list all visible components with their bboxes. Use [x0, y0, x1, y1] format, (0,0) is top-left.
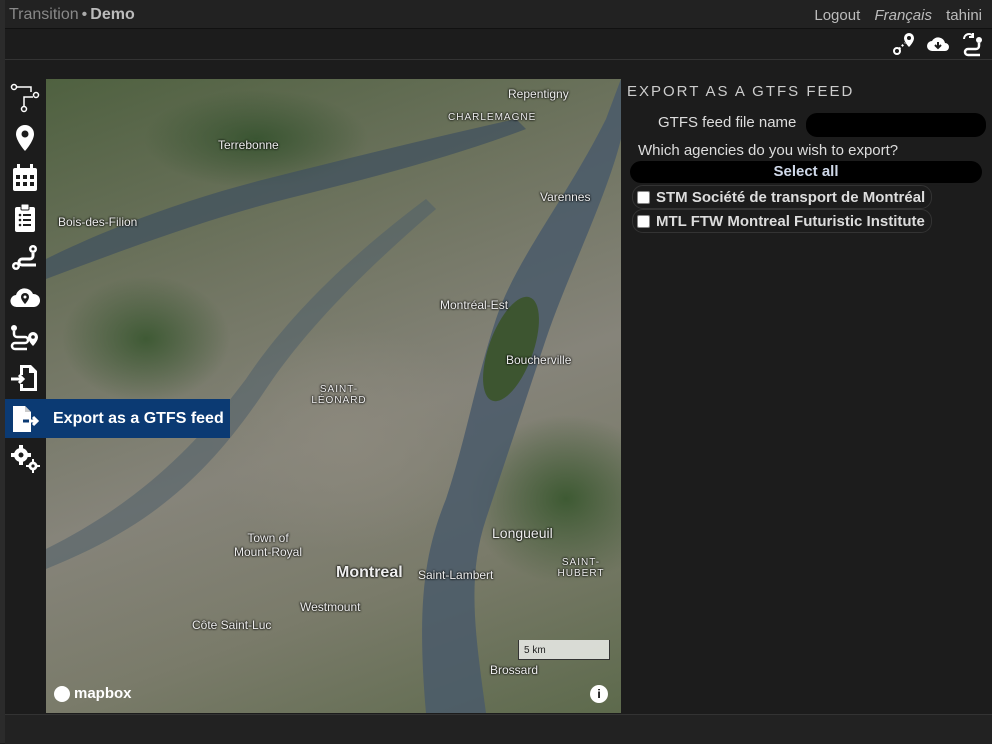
agency-checkbox[interactable] [637, 190, 650, 204]
map-label: Repentigny [508, 87, 569, 101]
map-label: Brossard [490, 663, 539, 677]
map-label: SAINT-HUBERT [557, 557, 605, 579]
clipboard-list-icon[interactable] [9, 202, 41, 234]
gtfs-file-name-input[interactable] [806, 113, 986, 137]
map-label: CHARLEMAGNE [448, 112, 537, 123]
panel-title: EXPORT AS A GTFS FEED [627, 83, 855, 100]
app-name: Transition [9, 6, 79, 23]
map-label: SAINT-LÉONARD [311, 384, 367, 406]
agency-option[interactable]: STM Société de transport de Montréal [632, 185, 933, 209]
route-analysis-icon[interactable] [9, 322, 41, 354]
mapbox-logo-icon [54, 685, 70, 702]
select-all-button[interactable]: Select all [630, 161, 982, 183]
agency-option[interactable]: MTL FTW Montreal Futuristic Institute [632, 209, 932, 233]
sidebar [5, 79, 45, 713]
map-label: Varennes [540, 190, 591, 204]
brand-separator: • [81, 6, 88, 23]
map-label: Montreal [336, 564, 403, 581]
settings-icon[interactable] [9, 442, 41, 474]
bottom-bar [5, 714, 992, 744]
map-label: Saint-Lambert [418, 568, 494, 582]
mapbox-attribution: mapbox [74, 685, 132, 702]
file-import-icon[interactable] [9, 362, 41, 394]
network-graph-icon[interactable] [9, 82, 41, 114]
mapbox-logo[interactable]: mapbox [54, 685, 132, 702]
map-label: Terrebonne [218, 138, 279, 152]
language-link[interactable]: Français [874, 7, 932, 24]
sidebar-tooltip-label: Export as a GTFS feed [53, 409, 224, 427]
cloud-download-icon[interactable] [925, 31, 951, 57]
route-icon[interactable] [9, 242, 41, 274]
file-name-label: GTFS feed file name [658, 114, 797, 131]
map-label: Boucherville [506, 353, 572, 367]
map-label: Longueuil [492, 525, 553, 541]
cloud-map-icon[interactable] [9, 282, 41, 314]
map-scale-bar: 5 km [518, 640, 610, 660]
gtfs-export-panel: EXPORT AS A GTFS FEED GTFS feed file nam… [622, 79, 992, 713]
agency-label: STM Société de transport de Montréal [656, 188, 926, 206]
logout-link[interactable]: Logout [814, 7, 860, 24]
calendar-icon[interactable] [9, 162, 41, 194]
map-info-button[interactable]: i [590, 685, 608, 703]
map-label: Côte Saint-Luc [192, 618, 272, 632]
map-label: Town of Mount-Royal [233, 531, 303, 559]
map-label: Westmount [300, 600, 361, 614]
map-view[interactable]: Repentigny CHARLEMAGNE Terrebonne Varenn… [46, 79, 621, 713]
agency-checkbox[interactable] [637, 214, 650, 228]
user-links: Logout Français tahini [804, 7, 982, 24]
sidebar-item-export-gtfs[interactable]: Export as a GTFS feed [5, 399, 230, 438]
project-name: Demo [90, 6, 135, 23]
top-bar: Transition • Demo Logout Français tahini [5, 0, 992, 29]
route-refresh-icon[interactable] [960, 31, 986, 57]
agencies-question: Which agencies do you wish to export? [638, 142, 899, 159]
map-label: Montréal-Est [440, 298, 509, 312]
map-label: Bois-des-Filion [58, 215, 138, 229]
agency-label: MTL FTW Montreal Futuristic Institute [656, 212, 925, 230]
toolbar [5, 29, 992, 60]
map-pin-icon[interactable] [9, 122, 41, 154]
username-link[interactable]: tahini [946, 7, 982, 24]
app-brand[interactable]: Transition • Demo [9, 6, 135, 24]
file-export-icon [13, 405, 40, 432]
route-pin-icon[interactable] [891, 31, 917, 57]
